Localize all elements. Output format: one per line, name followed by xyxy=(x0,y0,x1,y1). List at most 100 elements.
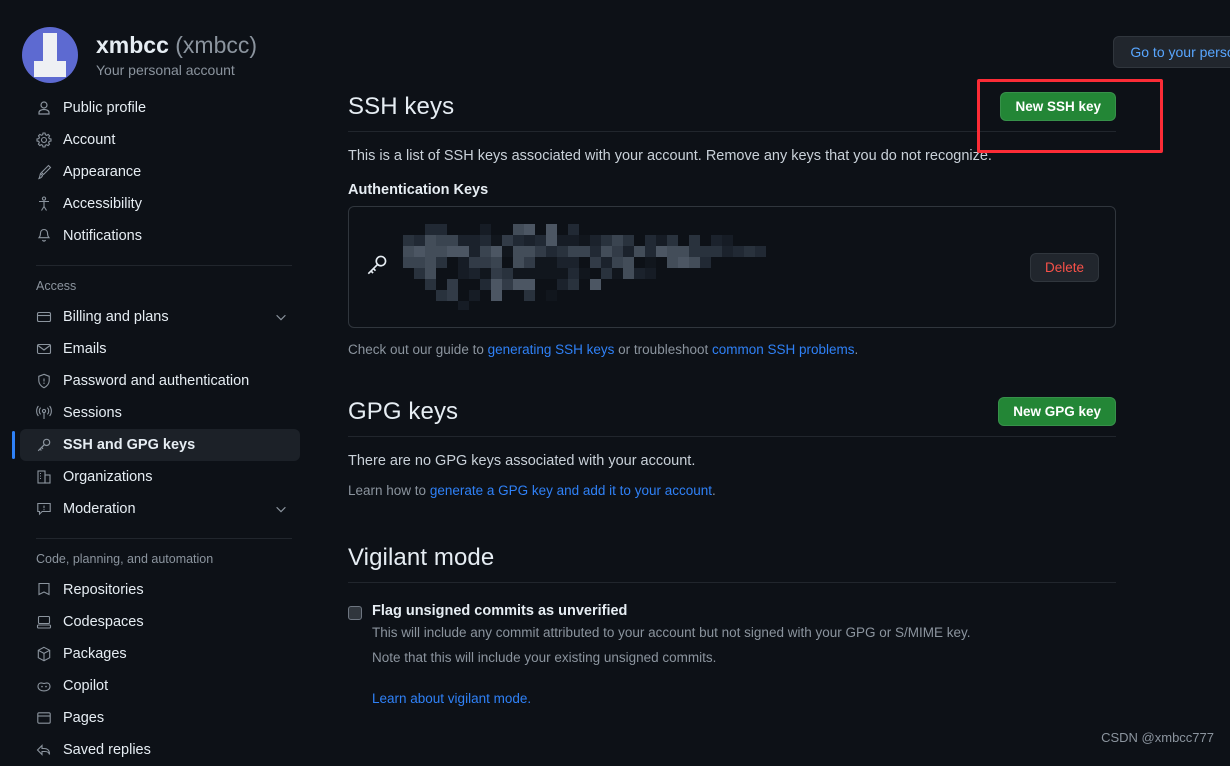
sidebar-item-label: Copilot xyxy=(63,678,288,694)
vigilant-mode-header: Vigilant mode xyxy=(348,544,1116,583)
authentication-keys-label: Authentication Keys xyxy=(348,182,1116,198)
account-username: xmbcc xyxy=(96,32,169,58)
key-icon xyxy=(365,253,389,282)
gear-icon xyxy=(36,132,52,148)
learn-about-vigilant-mode-link[interactable]: Learn about vigilant mode. xyxy=(372,691,531,706)
reply-icon xyxy=(36,742,52,758)
generating-ssh-keys-link[interactable]: generating SSH keys xyxy=(488,342,615,357)
sidebar-section-title-access: Access xyxy=(18,279,300,301)
guide-suffix-text: . xyxy=(855,342,859,357)
ssh-keys-section: SSH keys New SSH key This is a list of S… xyxy=(348,92,1116,357)
mail-icon xyxy=(36,341,52,357)
sidebar-item-label: Billing and plans xyxy=(63,309,263,325)
vigilant-mode-description-1: This will include any commit attributed … xyxy=(372,623,971,644)
shield-icon xyxy=(36,373,52,389)
gpg-keys-title: GPG keys xyxy=(348,398,458,426)
vigilant-mode-text-block: Flag unsigned commits as unverified This… xyxy=(372,603,971,706)
chevron-down-icon[interactable] xyxy=(274,502,288,516)
organization-icon xyxy=(36,469,52,485)
sidebar-item-account[interactable]: Account xyxy=(20,124,300,156)
sidebar-item-appearance[interactable]: Appearance xyxy=(20,156,300,188)
report-icon xyxy=(36,501,52,517)
sidebar-item-label: Pages xyxy=(63,710,288,726)
gpg-keys-header: GPG keys New GPG key xyxy=(348,397,1116,437)
bell-icon xyxy=(36,228,52,244)
flag-unsigned-commits-checkbox[interactable] xyxy=(348,606,362,620)
sidebar-item-ssh-and-gpg-keys[interactable]: SSH and GPG keys xyxy=(20,429,300,461)
go-to-personal-profile-button[interactable]: Go to your personal p xyxy=(1113,36,1230,68)
sidebar-item-label: Moderation xyxy=(63,501,263,517)
vigilant-mode-description-2: Note that this will include your existin… xyxy=(372,648,971,669)
sidebar-item-password-and-authentication[interactable]: Password and authentication xyxy=(20,365,300,397)
sidebar-item-saved-replies[interactable]: Saved replies xyxy=(20,734,300,766)
gpg-empty-text: There are no GPG keys associated with yo… xyxy=(348,453,1116,469)
sidebar-item-label: Notifications xyxy=(63,228,288,244)
watermark: CSDN @xmbcc777 xyxy=(1101,730,1214,745)
vigilant-mode-learn-line: Learn about vigilant mode. xyxy=(372,691,971,706)
paintbrush-icon xyxy=(36,164,52,180)
sidebar-item-pages[interactable]: Pages xyxy=(20,702,300,734)
main-content: SSH keys New SSH key This is a list of S… xyxy=(310,92,1230,766)
settings-sidebar: Public profile Account Appearance Access… xyxy=(0,92,310,766)
redacted-key-content xyxy=(403,224,1016,310)
sidebar-item-moderation[interactable]: Moderation xyxy=(20,493,300,525)
ssh-keys-description: This is a list of SSH keys associated wi… xyxy=(348,148,1116,164)
delete-key-button[interactable]: Delete xyxy=(1030,253,1099,282)
ssh-keys-header: SSH keys New SSH key xyxy=(348,92,1116,132)
vigilant-mode-checkbox-row: Flag unsigned commits as unverified This… xyxy=(348,603,1116,706)
sidebar-item-label: Accessibility xyxy=(63,196,288,212)
page-layout: Public profile Account Appearance Access… xyxy=(0,92,1230,766)
sidebar-item-emails[interactable]: Emails xyxy=(20,333,300,365)
sidebar-section-title-code: Code, planning, and automation xyxy=(18,552,300,574)
sidebar-item-billing-and-plans[interactable]: Billing and plans xyxy=(20,301,300,333)
sidebar-item-packages[interactable]: Packages xyxy=(20,638,300,670)
gpg-learn-prefix: Learn how to xyxy=(348,483,430,498)
repo-icon xyxy=(36,582,52,598)
ssh-keys-title: SSH keys xyxy=(348,93,454,121)
copilot-icon xyxy=(36,678,52,694)
sidebar-divider xyxy=(36,265,292,266)
sidebar-item-label: Account xyxy=(63,132,288,148)
accessibility-icon xyxy=(36,196,52,212)
sidebar-item-organizations[interactable]: Organizations xyxy=(20,461,300,493)
package-icon xyxy=(36,646,52,662)
sidebar-item-codespaces[interactable]: Codespaces xyxy=(20,606,300,638)
sidebar-item-sessions[interactable]: Sessions xyxy=(20,397,300,429)
header-text-block: xmbcc (xmbcc) Your personal account xyxy=(96,31,257,79)
gpg-keys-section: GPG keys New GPG key There are no GPG ke… xyxy=(348,397,1116,498)
sidebar-item-public-profile[interactable]: Public profile xyxy=(20,92,300,124)
sidebar-group-code: Code, planning, and automation Repositor… xyxy=(18,552,300,766)
gpg-learn-line: Learn how to generate a GPG key and add … xyxy=(348,483,1116,498)
page-title: xmbcc (xmbcc) xyxy=(96,31,257,60)
chevron-down-icon[interactable] xyxy=(274,310,288,324)
sidebar-item-label: Organizations xyxy=(63,469,288,485)
sidebar-item-accessibility[interactable]: Accessibility xyxy=(20,188,300,220)
new-ssh-key-button[interactable]: New SSH key xyxy=(1000,92,1116,121)
sidebar-item-copilot[interactable]: Copilot xyxy=(20,670,300,702)
account-handle: (xmbcc) xyxy=(175,32,257,58)
broadcast-icon xyxy=(36,405,52,421)
sidebar-group-access: Access Billing and plans Emails Password… xyxy=(18,279,300,525)
new-gpg-key-button[interactable]: New GPG key xyxy=(998,397,1116,426)
sidebar-item-notifications[interactable]: Notifications xyxy=(20,220,300,252)
guide-prefix-text: Check out our guide to xyxy=(348,342,488,357)
generate-gpg-key-link[interactable]: generate a GPG key and add it to your ac… xyxy=(430,483,712,498)
browser-icon xyxy=(36,710,52,726)
sidebar-item-label: Sessions xyxy=(63,405,288,421)
sidebar-item-label: Public profile xyxy=(63,100,288,116)
credit-card-icon xyxy=(36,309,52,325)
common-ssh-problems-link[interactable]: common SSH problems xyxy=(712,342,855,357)
ssh-guide-line: Check out our guide to generating SSH ke… xyxy=(348,342,1116,357)
sidebar-item-label: Emails xyxy=(63,341,288,357)
sidebar-item-label: Repositories xyxy=(63,582,288,598)
avatar[interactable] xyxy=(22,27,78,83)
sidebar-item-label: Packages xyxy=(63,646,288,662)
codespaces-icon xyxy=(36,614,52,630)
sidebar-item-label: Password and authentication xyxy=(63,373,288,389)
sidebar-item-label: Appearance xyxy=(63,164,288,180)
sidebar-item-repositories[interactable]: Repositories xyxy=(20,574,300,606)
person-icon xyxy=(36,100,52,116)
account-subtitle: Your personal account xyxy=(96,62,257,80)
header-actions: Go to your personal p xyxy=(1113,36,1230,68)
ssh-key-entry: Delete xyxy=(348,206,1116,328)
